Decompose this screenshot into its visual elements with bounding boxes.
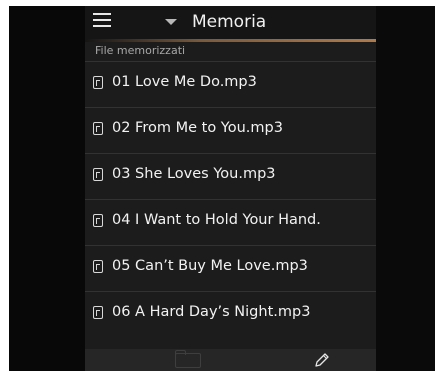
list-item[interactable]: 01 Love Me Do.mp3: [85, 61, 376, 107]
file-name: 04 I Want to Hold Your Hand.: [112, 212, 321, 228]
list-item[interactable]: 06 A Hard Day’s Night.mp3: [85, 291, 376, 337]
music-file-icon: [93, 306, 103, 319]
music-file-icon: [93, 260, 103, 273]
hamburger-menu-icon[interactable]: [93, 13, 111, 27]
file-name: 06 A Hard Day’s Night.mp3: [112, 304, 311, 320]
music-file-icon: [93, 122, 103, 135]
file-list: 01 Love Me Do.mp3 02 From Me to You.mp3 …: [85, 61, 376, 337]
list-item[interactable]: 03 She Loves You.mp3: [85, 153, 376, 199]
media-panel: Memoria File memorizzati 01 Love Me Do.m…: [85, 6, 376, 371]
right-rail: [371, 6, 435, 371]
file-name: 01 Love Me Do.mp3: [112, 74, 257, 90]
music-file-icon: [93, 168, 103, 181]
screen: Memoria File memorizzati 01 Love Me Do.m…: [9, 6, 435, 371]
section-label: File memorizzati: [95, 44, 186, 57]
left-rail: [9, 6, 85, 371]
page-title: Memoria: [192, 12, 267, 32]
music-file-icon: [93, 76, 103, 89]
accent-line: [85, 39, 376, 42]
pencil-icon[interactable]: [313, 351, 331, 369]
source-dropdown[interactable]: Memoria: [165, 9, 266, 35]
list-item[interactable]: 04 I Want to Hold Your Hand.: [85, 199, 376, 245]
folder-icon[interactable]: [175, 350, 201, 368]
bottom-toolbar: [85, 349, 376, 371]
list-item[interactable]: 02 From Me to You.mp3: [85, 107, 376, 153]
chevron-down-icon: [165, 19, 177, 25]
music-file-icon: [93, 214, 103, 227]
file-name: 02 From Me to You.mp3: [112, 120, 283, 136]
file-name: 05 Can’t Buy Me Love.mp3: [112, 258, 308, 274]
list-item[interactable]: 05 Can’t Buy Me Love.mp3: [85, 245, 376, 291]
top-bar: Memoria: [85, 6, 376, 39]
file-name: 03 She Loves You.mp3: [112, 166, 276, 182]
